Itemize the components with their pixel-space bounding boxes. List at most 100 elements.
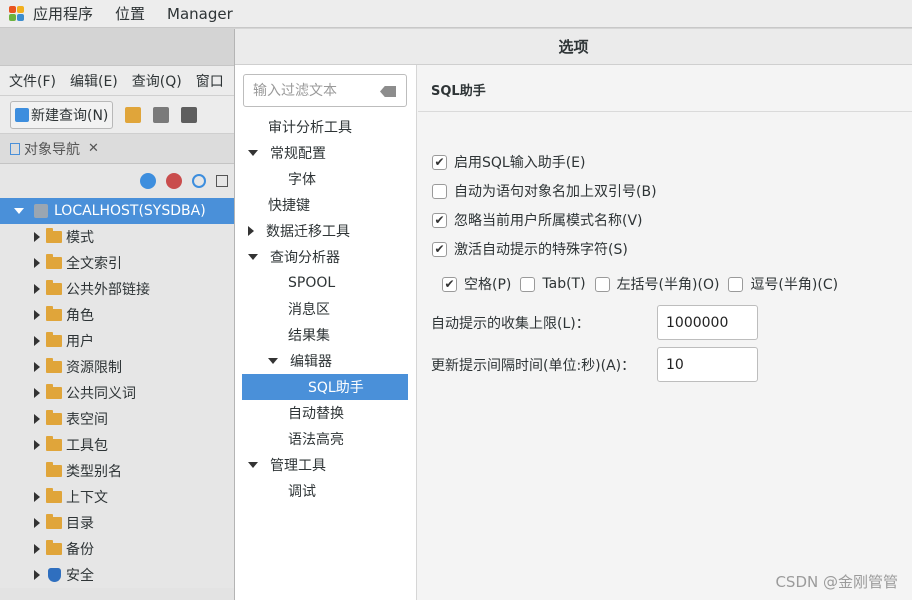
chevron-down-icon[interactable] [268, 358, 278, 364]
tree-item[interactable]: 工具包 [0, 432, 240, 458]
tree-item[interactable]: 全文索引 [0, 250, 240, 276]
collection-limit-input[interactable] [657, 305, 758, 340]
options-tree-item[interactable]: 语法高亮 [242, 426, 408, 452]
expand-icon[interactable] [34, 232, 40, 242]
menu-window[interactable]: 窗口 [196, 71, 224, 91]
options-tree-label: 数据迁移工具 [266, 224, 350, 240]
special-char-comma[interactable]: 逗号(半角)(C) [728, 274, 838, 294]
enable-sql-assistant-checkbox[interactable]: ✔ [432, 154, 447, 170]
tree-item[interactable]: 安全 [0, 562, 240, 588]
chevron-down-icon[interactable] [248, 254, 258, 260]
expand-icon[interactable] [34, 492, 40, 502]
new-query-icon [15, 107, 29, 122]
tree-item[interactable]: 公共同义词 [0, 380, 240, 406]
menu-query[interactable]: 查询(Q) [132, 71, 182, 91]
options-tree-item[interactable]: 消息区 [242, 296, 408, 322]
options-tree-item[interactable]: 数据迁移工具 [242, 218, 408, 244]
comma-checkbox[interactable] [728, 276, 744, 292]
update-interval-input[interactable] [657, 347, 758, 382]
tree-item[interactable]: 用户 [0, 328, 240, 354]
tree-root-localhost[interactable]: LOCALHOST(SYSDBA) [0, 198, 240, 224]
menu-file[interactable]: 文件(F) [9, 71, 56, 91]
expand-icon[interactable] [34, 258, 40, 268]
disconnect-icon[interactable] [166, 173, 182, 189]
expand-icon[interactable] [34, 284, 40, 294]
menu-edit[interactable]: 编辑(E) [70, 71, 118, 91]
chevron-down-icon[interactable] [248, 150, 258, 156]
watermark: CSDN @金刚管管 [775, 573, 898, 591]
options-tree-panel: 审计分析工具常规配置字体快捷键数据迁移工具查询分析器 SPOOL 消息区结果集编辑器… [235, 65, 417, 600]
expand-icon[interactable] [34, 414, 40, 424]
left-paren-checkbox[interactable] [594, 276, 610, 292]
options-tree-item[interactable]: 结果集 [242, 322, 408, 348]
options-tree-item[interactable]: 快捷键 [242, 192, 408, 218]
option-quote-object-names[interactable]: 自动为语句对象名加上双引号(B) [432, 181, 657, 201]
tree-item[interactable]: 上下文 [0, 484, 240, 510]
tree-item[interactable]: 表空间 [0, 406, 240, 432]
main-toolbar: 新建查询(N) [0, 96, 240, 134]
expand-icon[interactable] [34, 336, 40, 346]
tree-item[interactable]: 模式 [0, 224, 240, 250]
places-menu[interactable]: 位置 [115, 3, 145, 24]
option-activate-special-chars[interactable]: ✔ 激活自动提示的特殊字符(S) [432, 239, 628, 259]
new-query-button[interactable]: 新建查询(N) [10, 100, 114, 129]
open-folder-icon[interactable] [125, 106, 142, 123]
tree-item[interactable]: 目录 [0, 510, 240, 536]
filter-input[interactable] [244, 75, 374, 106]
options-tree-item[interactable]: 字体 [242, 166, 408, 192]
tree-item-label: 类型别名 [66, 464, 122, 480]
expand-icon[interactable] [34, 310, 40, 320]
special-char-tab[interactable]: Tab(T) [520, 276, 586, 292]
options-tree-label: 调试 [288, 484, 316, 500]
special-char-space[interactable]: ✔ 空格(P) [442, 274, 511, 294]
options-tree-label: 结果集 [288, 328, 330, 344]
special-char-left-paren[interactable]: 左括号(半角)(O) [594, 274, 719, 294]
expand-icon[interactable] [34, 362, 40, 372]
options-tree-item[interactable]: 自动替换 [242, 400, 408, 426]
options-tree-item[interactable]: 调试 [242, 478, 408, 504]
connect-icon[interactable] [140, 173, 156, 189]
chevron-right-icon[interactable] [248, 226, 254, 236]
expand-icon[interactable] [34, 570, 40, 580]
expand-icon[interactable] [34, 544, 40, 554]
tree-item[interactable]: 角色 [0, 302, 240, 328]
option-enable-sql-assistant[interactable]: ✔ 启用SQL输入助手(E) [432, 152, 585, 172]
ignore-schema-checkbox[interactable]: ✔ [432, 212, 447, 228]
save-all-icon[interactable] [181, 106, 198, 123]
search-icon[interactable] [192, 174, 206, 188]
close-icon[interactable]: ✕ [88, 141, 99, 156]
options-tree-item[interactable]: 常规配置 [242, 140, 408, 166]
option-ignore-schema[interactable]: ✔ 忽略当前用户所属模式名称(V) [432, 210, 643, 230]
quote-object-names-checkbox[interactable] [432, 183, 447, 199]
options-tree-item[interactable]: 查询分析器 [242, 244, 408, 270]
object-navigator-tab[interactable]: 对象导航 ✕ [0, 134, 240, 164]
activate-special-chars-checkbox[interactable]: ✔ [432, 241, 447, 257]
folder-icon [46, 462, 62, 477]
collapse-icon[interactable] [216, 175, 228, 187]
options-tree-item[interactable]: SPOOL [242, 270, 408, 296]
save-icon[interactable] [153, 106, 170, 123]
expand-icon[interactable] [34, 388, 40, 398]
expand-icon[interactable] [14, 208, 24, 214]
tree-item[interactable]: 备份 [0, 536, 240, 562]
expand-icon[interactable] [34, 518, 40, 528]
space-checkbox[interactable]: ✔ [442, 276, 457, 292]
app-menu-icon[interactable] [9, 5, 25, 22]
manager-window: 文件(F) 编辑(E) 查询(Q) 窗口 新建查询(N) 对象导航 ✕ LOCA… [0, 28, 240, 600]
options-tree-item[interactable]: SQL助手 [242, 374, 408, 400]
options-tree: 审计分析工具 常规配置 字体 快捷键数据迁移工具查询分析器 SPOOL 消息区结果集编辑器… [242, 114, 408, 504]
options-tree-item[interactable]: 编辑器 [242, 348, 408, 374]
options-tree-item[interactable]: 审计分析工具 [242, 114, 408, 140]
folder-icon [46, 384, 62, 399]
expand-icon[interactable] [34, 440, 40, 450]
tree-item[interactable]: 类型别名 [0, 458, 240, 484]
tree-item[interactable]: 公共外部链接 [0, 276, 240, 302]
tab-checkbox[interactable] [520, 276, 536, 292]
options-tree-item[interactable]: 管理工具 [242, 452, 408, 478]
tree-item[interactable]: 资源限制 [0, 354, 240, 380]
manager-menu[interactable]: Manager [167, 5, 233, 23]
chevron-down-icon[interactable] [248, 462, 258, 468]
tree-item-label: 公共外部链接 [66, 282, 150, 298]
clear-icon[interactable] [380, 86, 396, 97]
applications-menu[interactable]: 应用程序 [33, 3, 93, 24]
